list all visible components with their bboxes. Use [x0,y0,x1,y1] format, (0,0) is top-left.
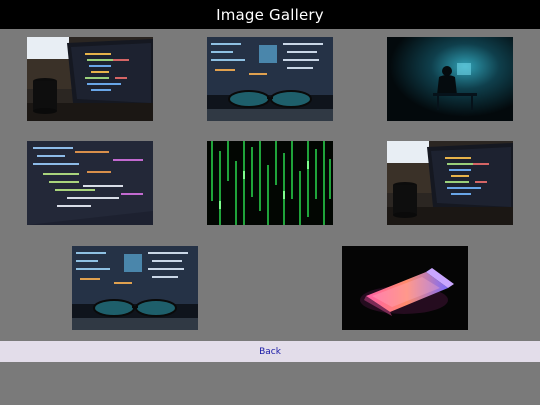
glasses-monitor-code-photo-icon [72,246,198,330]
gallery-image-4[interactable] [27,141,153,225]
gallery-image-3[interactable] [387,37,513,121]
code-screen-closeup-photo-icon [27,141,153,225]
gallery-image-5[interactable] [207,141,333,225]
gallery-image-2[interactable] [207,37,333,121]
gallery-image-1[interactable] [27,37,153,121]
gallery-image-7[interactable] [72,246,198,330]
laptop-coffee-code-photo-icon [27,37,153,121]
back-button-label: Back [259,346,281,357]
laptop-coffee-code-photo-icon [387,141,513,225]
page-title: Image Gallery [216,5,324,24]
gallery-image-6[interactable] [387,141,513,225]
hacker-dark-room-photo-icon [387,37,513,121]
back-button[interactable]: Back [0,341,540,362]
matrix-green-code-photo-icon [207,141,333,225]
gallery-image-8[interactable] [342,246,468,330]
laptop-neon-glow-photo-icon [342,246,468,330]
glasses-monitor-code-photo-icon [207,37,333,121]
header-bar: Image Gallery [0,0,540,29]
